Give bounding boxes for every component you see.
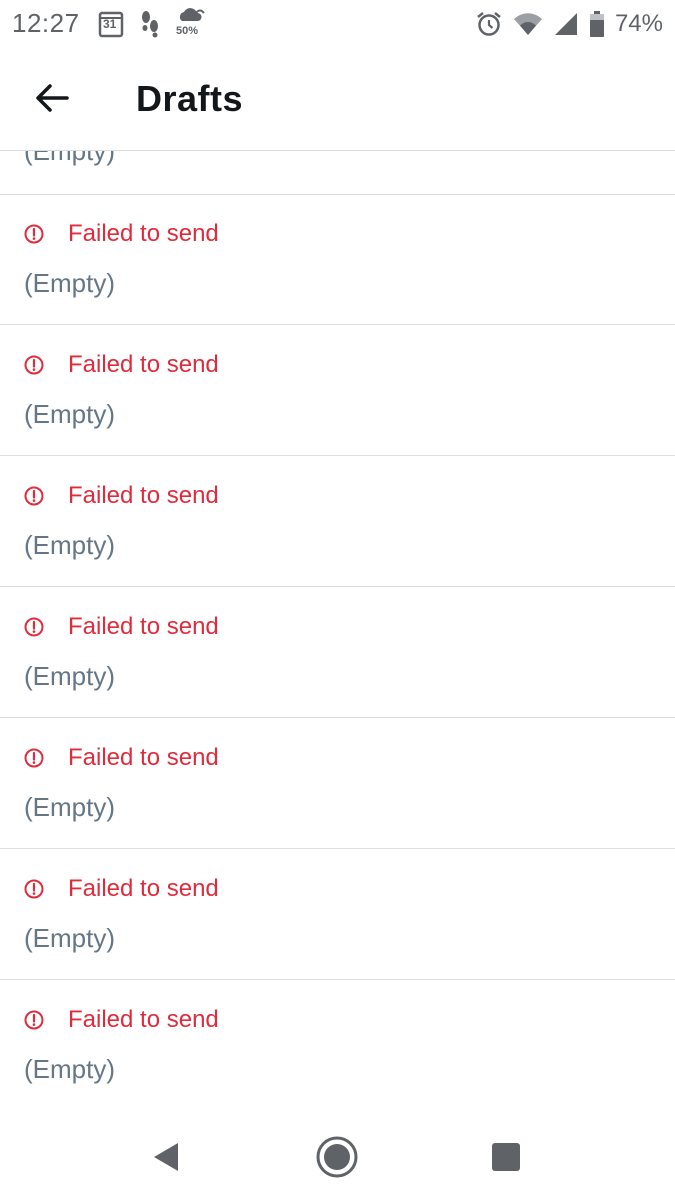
- battery-icon: [589, 10, 605, 38]
- battery-percent: 74%: [614, 10, 663, 37]
- system-nav-bar: [0, 1110, 675, 1200]
- app-bar: Drafts: [0, 48, 675, 151]
- draft-text: (Empty): [24, 923, 115, 953]
- error-status: Failed to send: [24, 220, 219, 248]
- error-circle-icon: [24, 617, 44, 637]
- draft-text: (Empty): [24, 661, 115, 691]
- error-status: Failed to send: [24, 613, 219, 641]
- draft-text: (Empty): [24, 1054, 115, 1084]
- draft-item[interactable]: Failed to send (Empty): [0, 718, 675, 849]
- circle-home-icon: [316, 1136, 358, 1178]
- status-bar: 12:27 31 50% 74%: [0, 0, 675, 48]
- draft-item[interactable]: Failed to send (Empty): [0, 194, 675, 325]
- status-system-icons: 74%: [475, 6, 663, 42]
- triangle-back-icon: [154, 1143, 178, 1171]
- draft-text: (Empty): [24, 530, 115, 560]
- drafts-screen: 12:27 31 50% 74% Drafts (Empty) Failed t…: [0, 0, 675, 1200]
- error-text: Failed to send: [68, 220, 219, 247]
- error-circle-icon: [24, 1010, 44, 1030]
- error-circle-icon: [24, 355, 44, 375]
- error-status: Failed to send: [24, 744, 219, 772]
- draft-text: (Empty): [24, 399, 115, 429]
- arrow-left-icon: [36, 84, 69, 112]
- draft-item[interactable]: Failed to send (Empty): [0, 325, 675, 456]
- back-button[interactable]: [26, 72, 78, 124]
- draft-text: (Empty): [24, 792, 115, 822]
- page-title: Drafts: [136, 78, 244, 119]
- calendar-icon: 31: [98, 10, 124, 38]
- draft-item[interactable]: Failed to send (Empty): [0, 587, 675, 718]
- alarm-icon: [475, 10, 503, 38]
- drafts-list[interactable]: (Empty) Failed to send (Empty) Failed to…: [0, 150, 675, 1110]
- footprints-icon: [138, 10, 162, 38]
- nav-recents-button[interactable]: [484, 1135, 528, 1179]
- error-text: Failed to send: [68, 1006, 219, 1033]
- error-status: Failed to send: [24, 351, 219, 379]
- calendar-day: 31: [103, 17, 117, 31]
- square-recents-icon: [492, 1143, 520, 1171]
- draft-item[interactable]: Failed to send (Empty): [0, 456, 675, 587]
- error-text: Failed to send: [68, 875, 219, 902]
- error-text: Failed to send: [68, 351, 219, 378]
- weather-icon: 50%: [176, 7, 206, 41]
- nav-back-button[interactable]: [144, 1135, 188, 1179]
- error-circle-icon: [24, 748, 44, 768]
- nav-home-button[interactable]: [315, 1135, 359, 1179]
- error-text: Failed to send: [68, 744, 219, 771]
- error-status: Failed to send: [24, 482, 219, 510]
- error-status: Failed to send: [24, 1006, 219, 1034]
- wifi-icon: [513, 11, 543, 37]
- error-circle-icon: [24, 879, 44, 899]
- error-circle-icon: [24, 224, 44, 244]
- status-notification-icons: 31 50%: [98, 6, 206, 42]
- error-status: Failed to send: [24, 875, 219, 903]
- error-circle-icon: [24, 486, 44, 506]
- draft-item[interactable]: Failed to send (Empty): [0, 980, 675, 1110]
- cell-signal-icon: [553, 11, 579, 37]
- error-text: Failed to send: [68, 482, 219, 509]
- draft-text: (Empty): [24, 150, 115, 166]
- draft-item-partial[interactable]: (Empty): [0, 150, 675, 195]
- draft-item[interactable]: Failed to send (Empty): [0, 849, 675, 980]
- weather-percent: 50%: [176, 25, 199, 37]
- draft-text: (Empty): [24, 268, 115, 298]
- status-time: 12:27: [12, 8, 80, 38]
- error-text: Failed to send: [68, 613, 219, 640]
